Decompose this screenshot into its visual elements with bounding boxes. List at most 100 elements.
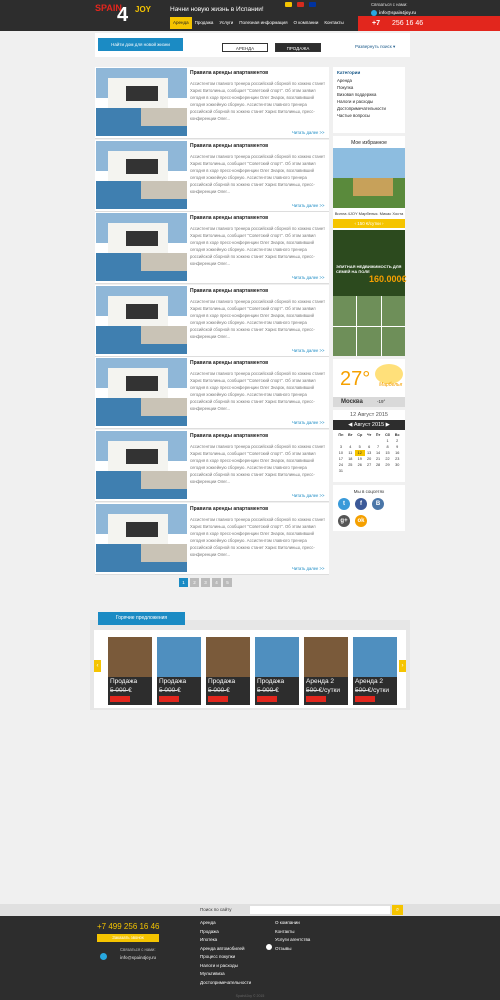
contact-email[interactable]: info@spain4joy.ru (371, 10, 451, 16)
calendar-day (392, 468, 402, 474)
read-more-link[interactable]: Читать далее >> (292, 275, 324, 280)
footer-link[interactable]: Продажа (200, 928, 251, 937)
page-4[interactable]: 4 (212, 578, 221, 587)
phone-number: 256 16 46 (391, 20, 424, 27)
nav-item-about[interactable]: О компании (291, 17, 322, 29)
footer-link[interactable]: Отзывы (275, 945, 310, 954)
read-more-link[interactable]: Читать далее >> (292, 493, 324, 498)
category-sights[interactable]: Достопримечательности (337, 105, 401, 112)
article-photo[interactable] (96, 358, 187, 427)
googleplus-icon[interactable]: g+ (338, 515, 350, 527)
offer-label: Продажа 5 000 € (257, 678, 285, 694)
offer-card[interactable]: Продажа 5 000 € (108, 637, 152, 705)
article-photo[interactable] (96, 503, 187, 572)
nav-item-rent[interactable]: Аренда (170, 17, 192, 29)
offer-card[interactable]: Продажа 5 000 € (157, 637, 201, 705)
carousel-next-icon[interactable]: › (399, 660, 406, 672)
article-photo[interactable] (96, 213, 187, 282)
offer-photo[interactable] (157, 637, 201, 677)
footer-link[interactable]: Услуги агентства (275, 936, 310, 945)
article-photo[interactable] (96, 68, 187, 136)
footer-link[interactable]: Достопримечательности (200, 979, 251, 988)
callback-button[interactable]: Заказать звонок (97, 934, 159, 942)
find-home-button[interactable]: Найти дом для новой жизни (98, 38, 183, 51)
footer-link[interactable]: Аренда автомобилей (200, 945, 251, 954)
category-rent[interactable]: Аренда (337, 77, 401, 84)
search-icon[interactable]: ⌕ (392, 905, 403, 915)
article-photo[interactable] (96, 285, 187, 354)
offer-photo[interactable] (255, 637, 299, 677)
logo[interactable]: SPAIN 4 JOY (95, 3, 157, 27)
offer-photo[interactable] (206, 637, 250, 677)
grid-photo[interactable] (357, 326, 381, 356)
article-photo[interactable] (96, 430, 187, 499)
article-title[interactable]: Правила аренды апартаментов (190, 360, 268, 366)
vk-icon[interactable]: B (372, 498, 384, 510)
offer-card[interactable]: Продажа 5 000 € (255, 637, 299, 705)
article-title[interactable]: Правила аренды апартаментов (190, 433, 268, 439)
offer-photo[interactable] (353, 637, 397, 677)
chevron-right-icon[interactable]: ▶ (384, 422, 390, 428)
read-more-link[interactable]: Читать далее >> (292, 420, 324, 425)
odnoklassniki-icon[interactable]: ok (355, 515, 367, 527)
article-title[interactable]: Правила аренды апартаментов (190, 215, 268, 221)
page-2[interactable]: 2 (190, 578, 199, 587)
article-title[interactable]: Правила аренды апартаментов (190, 288, 268, 294)
article-title[interactable]: Правила аренды апартаментов (190, 506, 268, 512)
grid-photo[interactable] (357, 296, 381, 326)
footer-link[interactable]: Налоги и расходы (200, 962, 251, 971)
flag-en-icon[interactable] (309, 2, 316, 7)
read-more-link[interactable]: Читать далее >> (292, 348, 324, 353)
villa-caption[interactable]: Вилла 4JOY Марбелья. Микас Хоста (333, 211, 405, 216)
category-buy[interactable]: Покупка (337, 84, 401, 91)
article-title[interactable]: Правила аренды апартаментов (190, 143, 268, 149)
page-3[interactable]: 3 (201, 578, 210, 587)
search-input[interactable] (250, 906, 390, 914)
grid-photo[interactable] (333, 326, 357, 356)
nav-item-contacts[interactable]: Контакты (321, 17, 346, 29)
grid-photo[interactable] (333, 296, 357, 326)
category-faq[interactable]: Частые вопросы (337, 112, 401, 119)
ad-banner[interactable]: ЭЛИТНАЯ НЕДВИЖИМОСТЬ ДЛЯ СЕМЕЙ НА ПОЛЕ 1… (333, 230, 407, 296)
offer-card[interactable]: Продажа 5 000 € (206, 637, 250, 705)
read-more-link[interactable]: Читать далее >> (292, 566, 324, 571)
category-taxes[interactable]: Налоги и расходы (337, 98, 401, 105)
offer-card[interactable]: Аренда 2 500 €/сутки (304, 637, 348, 705)
grid-photo[interactable] (381, 326, 405, 356)
calendar-day[interactable]: 31 (336, 468, 346, 474)
footer-link[interactable]: Процесс покупки (200, 953, 251, 962)
footer-link[interactable]: Ипотека (200, 936, 251, 945)
footer-link[interactable]: Аренда (200, 919, 251, 928)
read-more-link[interactable]: Читать далее >> (292, 203, 324, 208)
flag-ru-icon[interactable] (297, 2, 304, 7)
nav-item-info[interactable]: Полезная информация (236, 17, 290, 29)
carousel-prev-icon[interactable]: ‹ (94, 660, 101, 672)
footer-email[interactable]: info@spain4joy.ru (100, 953, 156, 960)
grid-photo[interactable] (381, 296, 405, 326)
category-visa[interactable]: Визовая поддержка (337, 91, 401, 98)
article-title[interactable]: Правила аренды апартаментов (190, 70, 268, 76)
tab-rent[interactable]: АРЕНДА (222, 43, 268, 52)
footer-link[interactable]: О компании (275, 919, 310, 928)
facebook-icon[interactable]: f (355, 498, 367, 510)
article-text: Ассистентом главного тренера российской … (190, 516, 326, 557)
page-1[interactable]: 1 (179, 578, 188, 587)
read-more-link[interactable]: Читать далее >> (292, 130, 324, 135)
villa-photo[interactable] (333, 148, 405, 208)
villa-price-button[interactable]: ‹ 150 €/сутки › (333, 219, 405, 228)
offer-photo[interactable] (304, 637, 348, 677)
header-phone[interactable]: +7 256 16 46 (358, 16, 500, 31)
footer-phone[interactable]: +7 499 256 16 46 (97, 922, 160, 931)
offer-photo[interactable] (108, 637, 152, 677)
twitter-icon[interactable]: t (338, 498, 350, 510)
offer-card[interactable]: Аренда 2 500 €/сутки (353, 637, 397, 705)
tab-sale[interactable]: ПРОДАЖА (275, 43, 321, 52)
expand-search-link[interactable]: Развернуть поиск ▾ (355, 44, 395, 50)
footer-link[interactable]: Контакты (275, 928, 310, 937)
nav-item-services[interactable]: Услуги (216, 17, 236, 29)
page-5[interactable]: 5 (223, 578, 232, 587)
footer-link[interactable]: Мультивиза (200, 970, 251, 979)
flag-es-icon[interactable] (285, 2, 292, 7)
nav-item-sale[interactable]: Продажа (192, 17, 217, 29)
article-photo[interactable] (96, 140, 187, 209)
